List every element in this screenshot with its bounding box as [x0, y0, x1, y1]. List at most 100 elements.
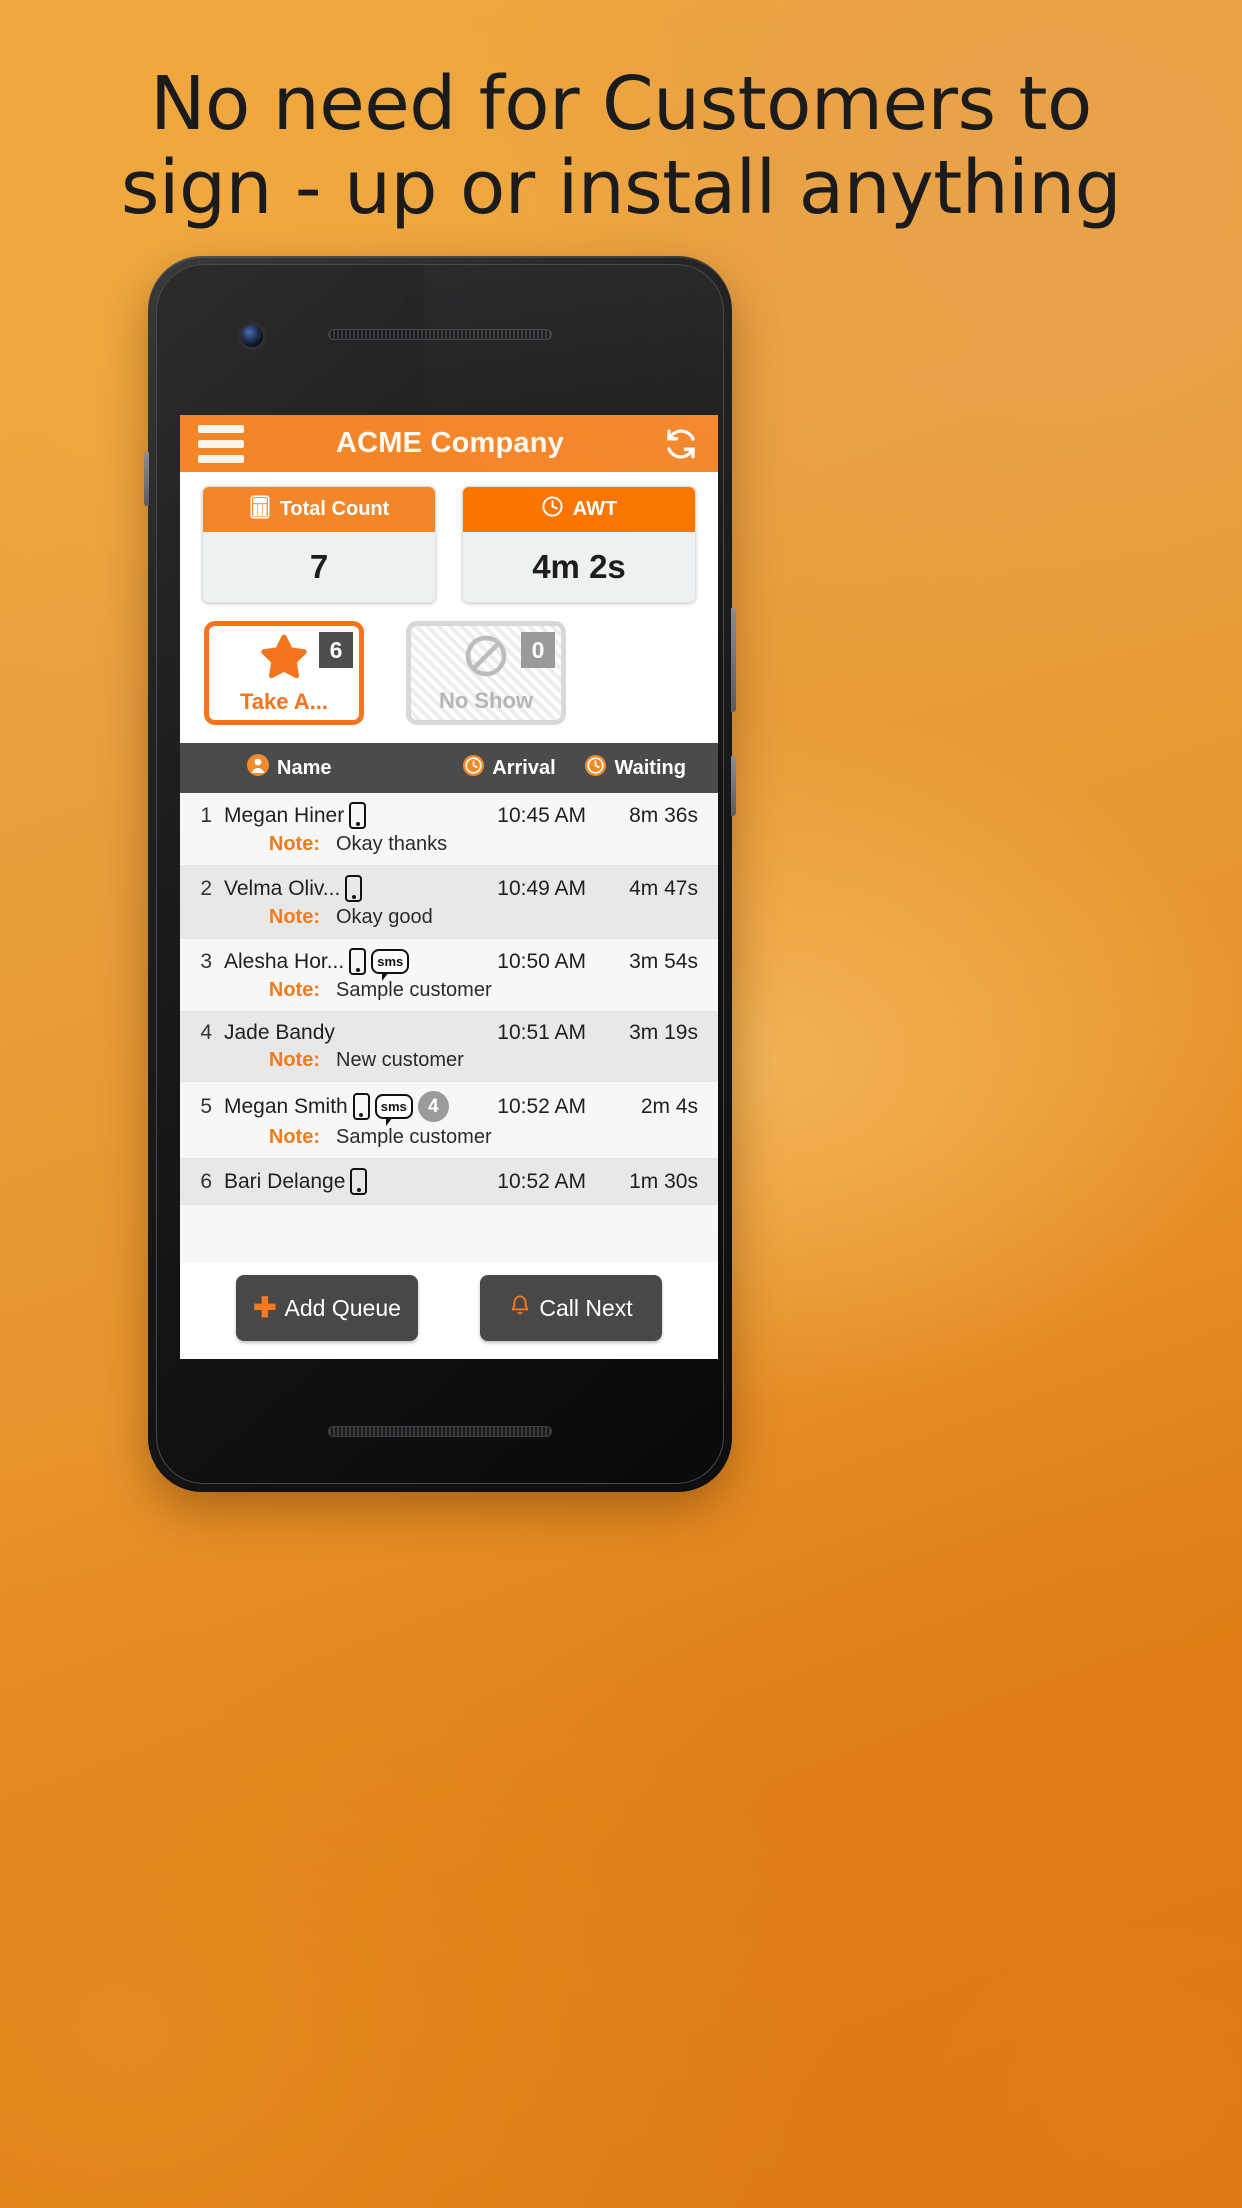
note-label: Note:: [268, 906, 320, 928]
row-waiting-time: 2m 4s: [640, 1094, 698, 1118]
customer-name: Megan Hiner: [224, 803, 345, 827]
table-row[interactable]: 4 Jade Bandy 10:51 AM 3m 19s Note: New custom…: [180, 1012, 718, 1082]
stat-label-total-count: Total Count: [279, 498, 390, 520]
app-title: ACME Company: [336, 427, 564, 459]
mobile-phone-icon: [349, 948, 367, 975]
column-label-waiting: Waiting: [614, 756, 686, 779]
person-icon: [246, 753, 270, 783]
row-name-cell: Bari Delange: [224, 1168, 466, 1195]
star-icon: [259, 632, 309, 685]
row-name-cell: Megan Smith sms 4: [224, 1091, 466, 1126]
note-text: New customer: [336, 1049, 464, 1071]
note-label: Note:: [268, 1126, 320, 1148]
phone-volume-button: [731, 608, 736, 712]
call-next-label: Call Next: [539, 1294, 633, 1321]
row-index: 2: [200, 876, 212, 900]
stats-row: Total Count 7 AWT 4m 2s: [180, 472, 718, 613]
row-index: 1: [200, 803, 212, 827]
table-row[interactable]: 6 Bari Delange 10:52 AM 1m 30s: [180, 1159, 718, 1205]
queue-table-body: 1 Megan Hiner 10:45 AM 8m 36s Note: Okay than…: [180, 793, 718, 1263]
table-row[interactable]: 1 Megan Hiner 10:45 AM 8m 36s Note: Okay than…: [180, 793, 718, 866]
row-index: 6: [200, 1169, 212, 1193]
mobile-phone-icon: [350, 1168, 368, 1195]
tile-take-a-break[interactable]: Take A... 6: [204, 621, 364, 725]
row-index: 5: [200, 1094, 212, 1118]
stat-header-total-count: Total Count: [203, 487, 435, 532]
column-header-arrival[interactable]: Arrival: [462, 754, 584, 783]
stat-value-total-count: 7: [203, 532, 435, 602]
sms-icon: sms: [371, 949, 410, 981]
front-camera-icon: [241, 325, 263, 347]
action-bar: ✚ Add Queue Call Next: [180, 1263, 718, 1359]
table-row[interactable]: 5 Megan Smith sms 4 10:52 AM 2m 4s Note: Sample…: [180, 1082, 718, 1159]
refresh-icon[interactable]: [662, 425, 700, 463]
plus-icon: ✚: [253, 1292, 277, 1323]
note-text: Okay good: [336, 906, 433, 928]
customer-name: Megan Smith: [224, 1094, 348, 1118]
tile-no-show[interactable]: No Show 0: [406, 621, 566, 725]
tile-label-no-show: No Show: [438, 687, 534, 713]
mobile-phone-icon: [345, 875, 363, 902]
column-header-waiting[interactable]: Waiting: [584, 754, 718, 783]
tile-badge-take-a-break: 6: [319, 632, 353, 668]
stat-card-awt[interactable]: AWT 4m 2s: [462, 486, 696, 603]
page-title: No need for Customers to sign - up or in…: [0, 62, 1242, 231]
column-label-arrival: Arrival: [492, 756, 556, 779]
row-arrival-time: 10:49 AM: [497, 876, 586, 900]
table-row[interactable]: 3 Alesha Hor... sms 10:50 AM 3m 54s Note: Samp…: [180, 939, 718, 1012]
row-arrival-time: 10:52 AM: [497, 1169, 586, 1193]
mobile-phone-icon: [349, 802, 367, 829]
sms-icon: sms: [374, 1094, 413, 1126]
phone-power-button: [731, 756, 736, 816]
column-header-name[interactable]: Name: [180, 753, 462, 783]
note-label: Note:: [268, 833, 320, 855]
action-tiles-row: Take A... 6 No Show 0: [180, 613, 718, 743]
row-waiting-time: 1m 30s: [629, 1169, 698, 1193]
customer-name: Jade Bandy: [224, 1021, 335, 1044]
mobile-phone-icon: [352, 1093, 370, 1120]
clock-icon: [462, 754, 485, 783]
note-text: Sample customer: [336, 979, 492, 1001]
promo-poster: No need for Customers to sign - up or in…: [0, 0, 1242, 2208]
note-label: Note:: [268, 1049, 320, 1071]
earpiece-speaker-icon: [328, 329, 552, 340]
bottom-speaker-icon: [328, 1426, 552, 1437]
stat-header-awt: AWT: [463, 487, 695, 532]
row-index: 4: [200, 1021, 212, 1044]
clock-icon: [541, 495, 564, 524]
row-name-cell: Jade Bandy: [224, 1021, 466, 1045]
row-name-cell: Megan Hiner: [224, 802, 466, 829]
stat-value-awt: 4m 2s: [463, 532, 695, 602]
row-waiting-time: 3m 54s: [629, 949, 698, 973]
customer-name: Alesha Hor...: [224, 949, 345, 973]
tile-badge-no-show: 0: [521, 632, 555, 668]
hamburger-menu-icon[interactable]: [198, 424, 244, 463]
no-entry-icon: [463, 633, 509, 684]
row-arrival-time: 10:52 AM: [497, 1094, 586, 1118]
note-text: Okay thanks: [336, 833, 448, 855]
row-index: 3: [200, 949, 212, 973]
tile-label-take-a-break: Take A...: [239, 688, 329, 714]
add-queue-button[interactable]: ✚ Add Queue: [236, 1275, 418, 1341]
customer-name: Bari Delange: [224, 1169, 346, 1193]
phone-side-button-left: [144, 452, 149, 506]
stat-label-awt: AWT: [572, 498, 618, 520]
message-count-badge: 4: [417, 1091, 449, 1122]
table-row[interactable]: 2 Velma Oliv... 10:49 AM 4m 47s Note: Okay go…: [180, 866, 718, 939]
call-next-button[interactable]: Call Next: [480, 1275, 662, 1341]
headline-line-2: sign - up or install anything: [120, 145, 1122, 232]
app-screen: ACME Company Total Count 7 AWT 4m 2s Tak…: [180, 415, 718, 1359]
bell-icon: [509, 1293, 531, 1323]
queue-table-header: Name Arrival Waiting: [180, 743, 718, 793]
customer-name: Velma Oliv...: [224, 876, 341, 900]
row-arrival-time: 10:51 AM: [497, 1021, 586, 1044]
calculator-icon: [249, 494, 271, 525]
proximity-sensor-icon: [403, 295, 477, 313]
stat-card-total-count[interactable]: Total Count 7: [202, 486, 436, 603]
note-text: Sample customer: [336, 1126, 492, 1148]
row-arrival-time: 10:50 AM: [497, 949, 586, 973]
row-waiting-time: 3m 19s: [629, 1021, 698, 1044]
row-waiting-time: 4m 47s: [629, 876, 698, 900]
row-name-cell: Velma Oliv...: [224, 875, 466, 902]
column-label-name: Name: [277, 756, 332, 779]
